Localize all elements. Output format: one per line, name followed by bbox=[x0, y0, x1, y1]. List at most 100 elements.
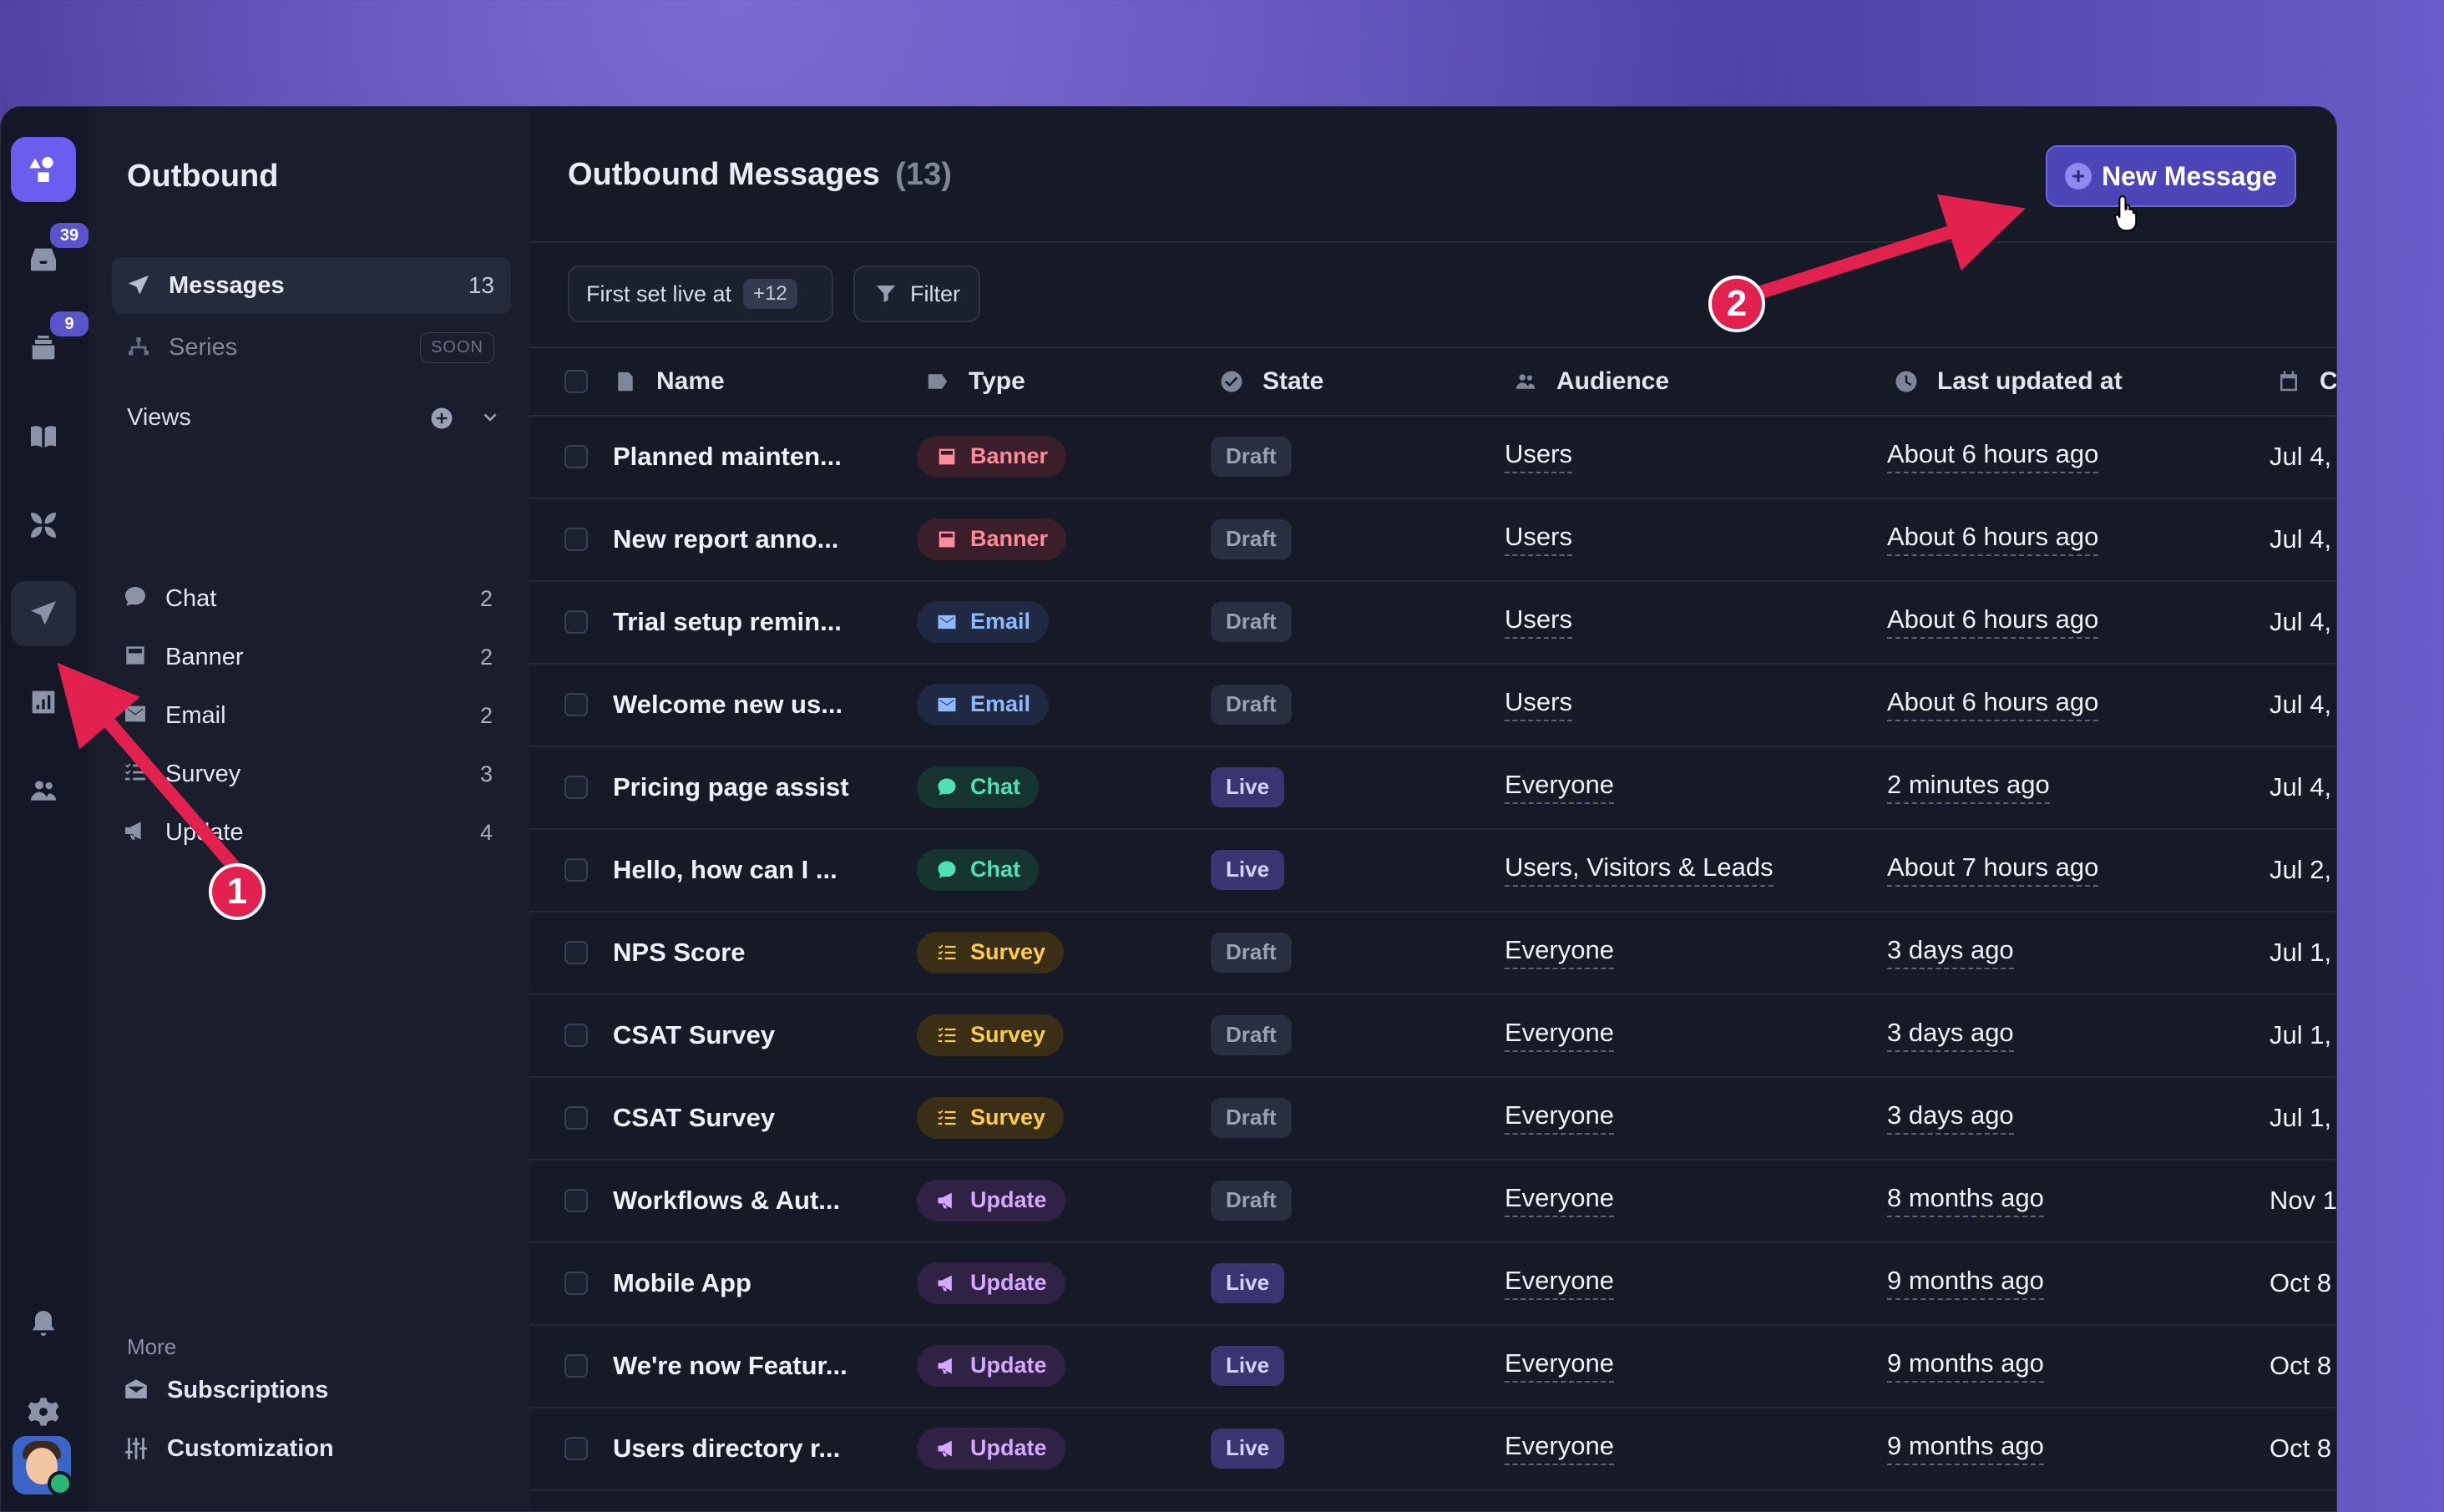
table-row[interactable]: NPS Score Survey Draft Everyone 3 days a… bbox=[529, 911, 2336, 995]
column-audience[interactable]: Audience bbox=[1513, 348, 1669, 415]
type-cell: Update bbox=[917, 1241, 1065, 1324]
view-item-chat[interactable]: Chat 2 bbox=[122, 574, 511, 624]
table-row[interactable]: Planned mainten... Banner Draft Users Ab… bbox=[529, 415, 2336, 499]
message-name[interactable]: NPS Score bbox=[613, 911, 746, 994]
user-avatar[interactable] bbox=[13, 1436, 71, 1494]
view-item-banner[interactable]: Banner 2 bbox=[122, 632, 511, 682]
view-label: Chat bbox=[165, 584, 217, 612]
row-checkbox[interactable] bbox=[564, 1189, 588, 1212]
settings-gear-icon[interactable] bbox=[11, 1379, 76, 1444]
type-badge: Chat bbox=[917, 766, 1039, 808]
audience-label: Everyone bbox=[1505, 1266, 1614, 1300]
updated-cell: 3 days ago bbox=[1887, 1076, 2014, 1159]
view-item-update[interactable]: Update 4 bbox=[122, 807, 511, 857]
table-row[interactable]: Trial setup remin... Email Draft Users A… bbox=[529, 580, 2336, 665]
column-type[interactable]: Type bbox=[925, 348, 1025, 415]
inbox-icon[interactable]: 39 bbox=[11, 220, 91, 292]
message-name[interactable]: Trial setup remin... bbox=[613, 580, 842, 663]
row-checkbox[interactable] bbox=[564, 528, 588, 551]
reports-icon[interactable] bbox=[11, 670, 76, 735]
message-name[interactable]: Hello, how can I ... bbox=[613, 828, 837, 911]
message-name[interactable]: Workflows & Aut... bbox=[613, 1159, 840, 1241]
new-message-button[interactable]: + New Message bbox=[2046, 145, 2296, 207]
row-checkbox[interactable] bbox=[564, 1024, 588, 1047]
table-row[interactable]: Welcome new us... Email Draft Users Abou… bbox=[529, 663, 2336, 747]
state-badge: Draft bbox=[1211, 436, 1292, 477]
state-badge: Draft bbox=[1211, 601, 1292, 642]
megaphone-icon bbox=[122, 817, 149, 848]
sliders-icon bbox=[125, 1438, 147, 1459]
knowledge-book-icon[interactable] bbox=[11, 404, 76, 469]
check-circle-icon bbox=[1221, 371, 1242, 392]
table-row[interactable]: We're now Featur... Update Live Everyone… bbox=[529, 1324, 2336, 1408]
icon-rail: 39 9 bbox=[1, 107, 91, 1511]
table-row[interactable]: Pricing page assist Chat Live Everyone 2… bbox=[529, 746, 2336, 830]
message-name[interactable]: CSAT Survey bbox=[613, 994, 775, 1076]
table-row[interactable]: New report anno... Banner Draft Users Ab… bbox=[529, 498, 2336, 582]
contacts-icon[interactable] bbox=[11, 758, 76, 823]
message-name[interactable]: We're now Featur... bbox=[613, 1324, 848, 1407]
main-panel: Outbound Messages (13) + New Message Fir… bbox=[529, 107, 2336, 1511]
view-item-email[interactable]: Email 2 bbox=[122, 690, 511, 741]
filter-button[interactable]: Filter bbox=[853, 265, 980, 322]
row-checkbox[interactable] bbox=[564, 1106, 588, 1130]
view-item-survey[interactable]: Survey 3 bbox=[122, 749, 511, 799]
tickets-icon[interactable]: 9 bbox=[11, 309, 91, 381]
table-row[interactable]: Mobile App Update Live Everyone 9 months… bbox=[529, 1241, 2336, 1326]
table-row[interactable]: Users directory r... Update Live Everyon… bbox=[529, 1407, 2336, 1491]
select-all-checkbox[interactable] bbox=[564, 370, 588, 393]
table-row[interactable]: CSAT Survey Survey Draft Everyone 3 days… bbox=[529, 994, 2336, 1078]
type-badge: Banner bbox=[917, 435, 1067, 478]
row-checkbox[interactable] bbox=[564, 1354, 588, 1378]
table-row[interactable]: Hello, how can I ... Chat Live Users, Vi… bbox=[529, 828, 2336, 913]
created-cell: Jul 4, bbox=[2269, 689, 2332, 719]
row-checkbox[interactable] bbox=[564, 693, 588, 716]
column-label: Name bbox=[656, 367, 725, 395]
row-checkbox[interactable] bbox=[564, 1437, 588, 1460]
audience-label: Everyone bbox=[1505, 1183, 1614, 1217]
created-cell: Jul 4, bbox=[2269, 771, 2332, 802]
view-label: Survey bbox=[165, 760, 241, 787]
apps-icon[interactable] bbox=[11, 493, 76, 558]
app-logo-icon[interactable] bbox=[11, 137, 76, 202]
bell-icon[interactable] bbox=[11, 1291, 76, 1356]
column-last-updated[interactable]: Last updated at bbox=[1894, 348, 2123, 415]
audience-cell: Users bbox=[1505, 498, 1572, 580]
message-name[interactable]: Welcome new us... bbox=[613, 663, 842, 746]
message-name[interactable]: Pricing page assist bbox=[613, 746, 849, 828]
chat-icon bbox=[122, 584, 149, 614]
table-row[interactable]: Workflows & Aut... Update Draft Everyone… bbox=[529, 1159, 2336, 1243]
row-checkbox[interactable] bbox=[564, 1272, 588, 1295]
table-row[interactable]: CSAT Survey Survey Draft Everyone 3 days… bbox=[529, 1076, 2336, 1161]
sidebar-item-series[interactable]: Series SOON bbox=[112, 319, 511, 376]
filter-chip-first-set-live[interactable]: First set live at +12 bbox=[568, 265, 833, 322]
chat-type-icon bbox=[938, 778, 956, 795]
column-created[interactable]: C bbox=[2276, 348, 2336, 415]
message-name[interactable]: CSAT Survey bbox=[613, 1076, 775, 1159]
row-checkbox[interactable] bbox=[564, 610, 588, 634]
row-checkbox[interactable] bbox=[564, 445, 588, 468]
type-badge: Update bbox=[917, 1262, 1065, 1304]
sidebar-item-customization[interactable]: Customization bbox=[122, 1424, 334, 1474]
message-name[interactable]: Mobile App bbox=[613, 1241, 751, 1324]
row-checkbox[interactable] bbox=[564, 858, 588, 882]
online-status-dot bbox=[48, 1471, 71, 1494]
column-state[interactable]: State bbox=[1219, 348, 1323, 415]
sidebar-item-messages[interactable]: Messages 13 bbox=[112, 257, 511, 314]
row-checkbox[interactable] bbox=[564, 776, 588, 799]
message-name[interactable]: Planned mainten... bbox=[613, 415, 842, 498]
updated-label: About 7 hours ago bbox=[1887, 852, 2099, 887]
message-name[interactable]: New report anno... bbox=[613, 498, 838, 580]
type-label: Update bbox=[970, 1353, 1047, 1378]
chevron-down-icon[interactable] bbox=[478, 406, 503, 431]
column-name[interactable]: Name bbox=[613, 348, 725, 415]
outbound-send-icon[interactable] bbox=[11, 581, 76, 646]
message-name[interactable]: Users directory r... bbox=[613, 1407, 840, 1489]
type-cell: Update bbox=[917, 1407, 1065, 1489]
email-type-icon bbox=[938, 614, 956, 629]
row-checkbox[interactable] bbox=[564, 941, 588, 964]
sidebar-item-subscriptions[interactable]: Subscriptions bbox=[122, 1365, 328, 1415]
type-label: Survey bbox=[970, 1105, 1046, 1130]
type-label: Survey bbox=[970, 1022, 1046, 1047]
add-view-icon[interactable] bbox=[429, 406, 454, 431]
